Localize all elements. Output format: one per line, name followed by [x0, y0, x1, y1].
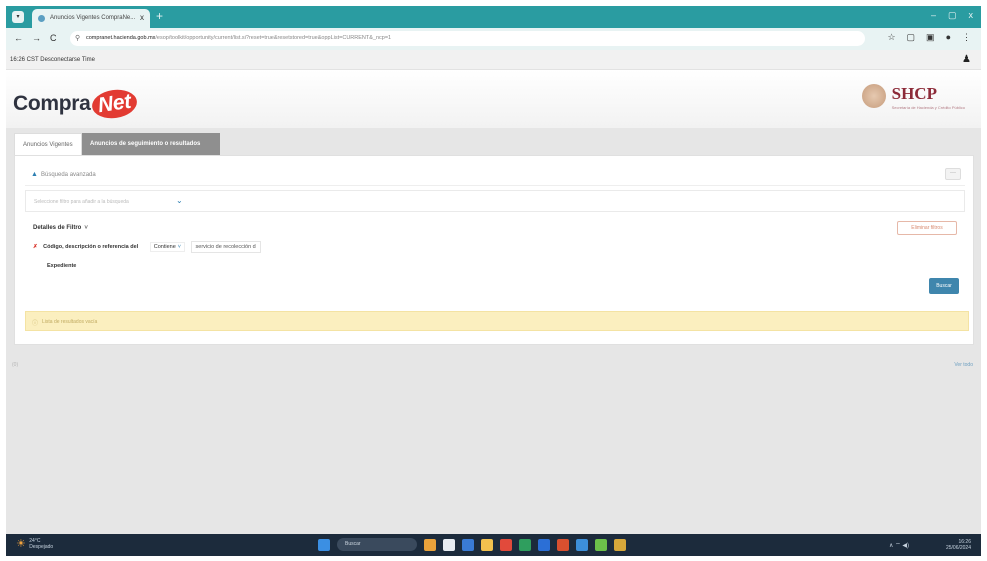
search-panel: ▲ Búsqueda avanzada ··· Seleccione filtr…	[14, 155, 974, 345]
filter-field-label: Código, descripción o referencia del	[43, 244, 139, 250]
system-tray[interactable]: ∧ ⌔ ◀)	[889, 541, 909, 549]
url-input[interactable]: ⚲ compranet.hacienda.gob.mx/esop/toolkit…	[70, 31, 865, 46]
clock-date: 25/06/2024	[945, 545, 971, 551]
tab-title: Anuncios Vigentes CompraNe...	[50, 15, 136, 21]
new-tab-button[interactable]: +	[156, 9, 163, 23]
shcp-name: SHCP	[891, 84, 937, 103]
filter-operator-value: Contiene	[153, 244, 176, 250]
browser-menu-icon[interactable]: ⋮	[962, 32, 971, 43]
more-options-button[interactable]: ···	[945, 168, 961, 180]
advanced-search-label: Búsqueda avanzada	[41, 172, 96, 178]
compranet-logo[interactable]: Compra Net	[13, 87, 139, 121]
filter-details-label: Detalles de Filtro	[33, 225, 82, 231]
edge-icon[interactable]	[462, 538, 474, 551]
site-info-icon[interactable]: ⚲	[75, 34, 80, 42]
shcp-subtitle: Secretaría de Hacienda y Crédito Público	[891, 105, 965, 110]
chrome-icon[interactable]	[500, 538, 512, 551]
browser-tab[interactable]: Anuncios Vigentes CompraNe... x	[32, 9, 150, 28]
session-bar: 16:26 CST Desconectarse Time ♟	[6, 50, 981, 70]
powerpoint-icon[interactable]	[557, 538, 569, 551]
filter-operator-select[interactable]: Contiene ˅	[149, 242, 185, 252]
teams-icon[interactable]	[595, 538, 607, 551]
expand-arrow-icon[interactable]: ▲	[31, 171, 38, 178]
shcp-emblem-icon	[861, 84, 886, 108]
taskbar: ☀ 24°C Despejado Buscar ∧ ⌔ ◀) 16:26 25/…	[6, 534, 981, 556]
tab-followup-notices[interactable]: Anuncios de seguimiento o resultados	[82, 133, 220, 155]
results-count: (0)	[12, 362, 19, 368]
reload-icon[interactable]: C	[50, 33, 57, 43]
remove-filter-icon[interactable]: ✗	[33, 244, 38, 250]
excel-icon[interactable]	[519, 538, 531, 551]
profile-icon[interactable]: ●	[946, 32, 951, 43]
chevron-down-icon[interactable]: ⌄	[176, 196, 183, 205]
taskbar-apps: Buscar	[318, 538, 626, 551]
view-all-link[interactable]: Ver todo	[954, 362, 973, 368]
weather-widget[interactable]: ☀ 24°C Despejado	[16, 537, 54, 551]
caret-icon: ˅	[84, 225, 88, 231]
tab-current-notices[interactable]: Anuncios Vigentes	[14, 133, 82, 155]
logo-net-badge: Net	[89, 87, 139, 121]
weather-desc: Despejado	[29, 543, 54, 550]
empty-results-alert: ⓘ Lista de resultados vacía	[25, 311, 969, 331]
minimize-button[interactable]: –	[931, 10, 936, 21]
word-icon[interactable]	[538, 538, 550, 551]
sidebar-icon[interactable]: ▣	[926, 32, 935, 43]
taskbar-search[interactable]: Buscar	[337, 538, 417, 551]
maximize-button[interactable]: ▢	[948, 10, 957, 21]
delete-filters-button[interactable]: Eliminar filtros	[897, 221, 957, 235]
filter-value-input[interactable]: servicio de recolección d	[190, 241, 261, 253]
extensions-icon[interactable]: ▢	[907, 32, 916, 43]
info-icon: ⓘ	[32, 321, 39, 327]
filter-select-placeholder: Seleccione filtro para añadir a la búsqu…	[34, 199, 129, 205]
session-text[interactable]: 16:26 CST Desconectarse Time	[10, 57, 95, 63]
address-bar: ← → C ⚲ compranet.hacienda.gob.mx/esop/t…	[6, 28, 981, 50]
filter-details-title: Detalles de Filtro ˅	[33, 225, 88, 231]
app-icon[interactable]	[614, 538, 626, 551]
windows-start-icon[interactable]	[318, 538, 330, 551]
bookmark-star-icon[interactable]: ☆	[887, 32, 895, 43]
filter-select[interactable]: Seleccione filtro para añadir a la búsqu…	[25, 190, 965, 212]
logo-main-text: Compra	[13, 92, 91, 115]
chevron-down-icon: ˅	[177, 244, 181, 250]
shcp-logo: SHCP Secretaría de Hacienda y Crédito Pú…	[861, 84, 965, 110]
browser-toolbar-icons: ☆ ▢ ▣ ● ⋮	[887, 32, 971, 43]
advanced-search-header[interactable]: ▲ Búsqueda avanzada ···	[25, 164, 965, 186]
tab-menu-button[interactable]: ▾	[12, 11, 24, 23]
search-button[interactable]: Buscar	[929, 278, 959, 294]
back-icon[interactable]: ←	[14, 33, 23, 43]
filter-field-label-line2: Expediente	[47, 263, 77, 269]
task-view-icon[interactable]	[443, 538, 455, 551]
window-controls: – ▢ x	[931, 10, 973, 21]
url-host: compranet.hacienda.gob.mx	[86, 35, 156, 41]
widgets-icon[interactable]	[424, 538, 436, 551]
listing-tabs: Anuncios Vigentes Anuncios de seguimient…	[14, 133, 220, 155]
browser-titlebar: ▾ Anuncios Vigentes CompraNe... x + – ▢ …	[6, 6, 981, 28]
outlook-icon[interactable]	[576, 538, 588, 551]
alert-message: Lista de resultados vacía	[42, 319, 98, 325]
person-icon[interactable]: ♟	[962, 54, 971, 65]
url-path: /esop/toolkit/opportunity/current/list.s…	[155, 35, 392, 41]
close-window-button[interactable]: x	[969, 10, 974, 21]
filter-row: ✗ Código, descripción o referencia del C…	[33, 241, 261, 253]
clock[interactable]: 16:26 25/06/2024	[946, 539, 971, 551]
tab-close-icon[interactable]: x	[140, 13, 144, 22]
sun-icon: ☀	[16, 538, 26, 550]
file-explorer-icon[interactable]	[481, 538, 493, 551]
forward-icon[interactable]: →	[32, 33, 41, 43]
favicon-icon	[38, 15, 45, 22]
brand-header: Compra Net SHCP Secretaría de Hacienda y …	[6, 70, 981, 128]
